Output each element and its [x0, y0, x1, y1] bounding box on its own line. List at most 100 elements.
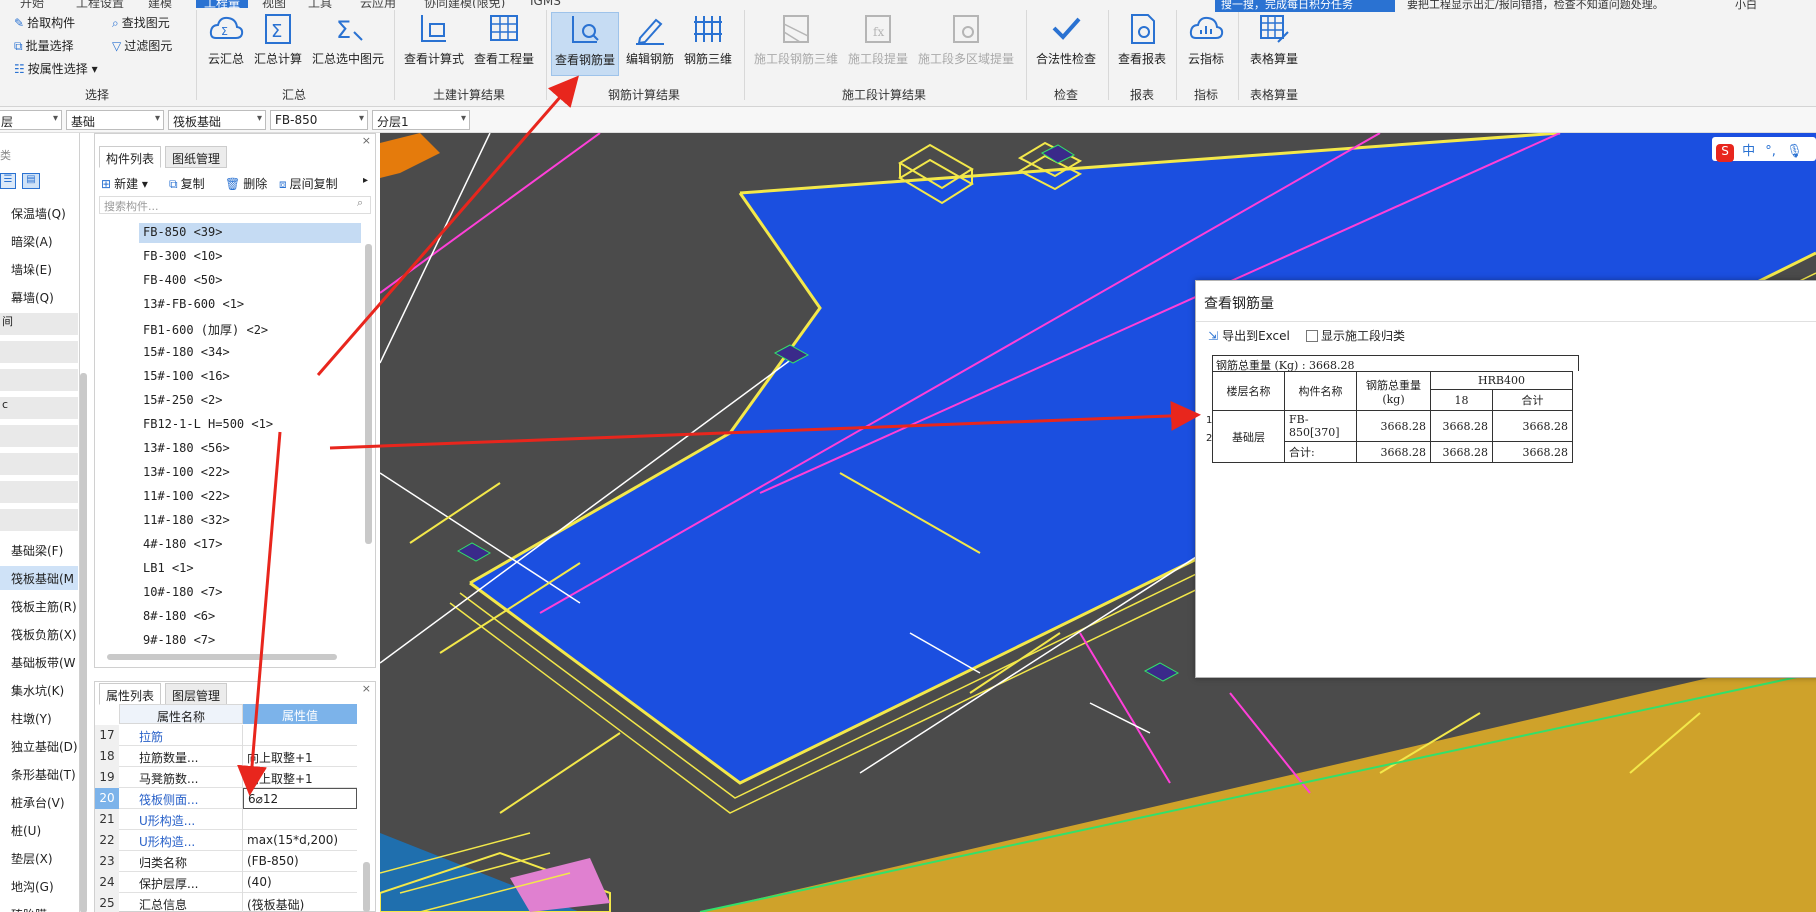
- list-item[interactable]: 15#-100 <16>: [139, 367, 361, 387]
- tab-view[interactable]: 视图: [262, 0, 286, 8]
- search-task-banner[interactable]: 搜一搜，完成每日积分任务: [1215, 0, 1395, 12]
- table-row[interactable]: 22 U形构造... max(15*d,200): [95, 830, 357, 851]
- nav-category-header[interactable]: c: [0, 397, 78, 419]
- nav-item-wall-pier[interactable]: 墙垛(E): [0, 257, 78, 281]
- table-row[interactable]: 21 U形构造...: [95, 809, 357, 830]
- nav-item-sump-pit[interactable]: 集水坑(K): [0, 678, 78, 702]
- new-component-button[interactable]: ⊞ 新建 ▾: [101, 175, 148, 192]
- tab-project-settings[interactable]: 工程设置: [76, 0, 124, 8]
- view-formula-button[interactable]: 查看计算式: [400, 12, 468, 76]
- nav-category-header[interactable]: [0, 509, 78, 531]
- stage-multi-area-button[interactable]: 施工段多区域提量: [914, 12, 1018, 76]
- nav-category-header[interactable]: 间: [0, 313, 78, 335]
- list-item[interactable]: 9#-180 <7>: [139, 631, 361, 651]
- nav-item-foundation-strip[interactable]: 基础板带(W: [0, 650, 78, 674]
- tab-start[interactable]: 开始: [20, 0, 44, 8]
- select-by-property-button[interactable]: ☷ 按属性选择 ▾: [14, 60, 98, 77]
- cloud-summary-button[interactable]: Σ 云汇总: [202, 12, 250, 76]
- ime-toolbar[interactable]: S 中 °, 🎙: [1712, 137, 1816, 162]
- list-item[interactable]: 11#-180 <32>: [139, 511, 361, 531]
- tab-cloud[interactable]: 云应用: [360, 0, 396, 8]
- list-item[interactable]: 15#-180 <34>: [139, 343, 361, 363]
- list-item[interactable]: 4#-180 <17>: [139, 535, 361, 555]
- more-icon[interactable]: ▸: [363, 175, 368, 186]
- rebar-3d-button[interactable]: 钢筋三维: [680, 12, 736, 76]
- nav-item-strip-footing[interactable]: 条形基础(T): [0, 762, 78, 786]
- delete-component-button[interactable]: 🗑 删除: [225, 175, 267, 192]
- nav-item-foundation-beam[interactable]: 基础梁(F): [0, 538, 78, 562]
- list-view-icon[interactable]: ☰: [0, 173, 16, 189]
- component-select[interactable]: FB-850: [270, 110, 368, 130]
- nav-scrollbar[interactable]: [80, 373, 87, 912]
- nav-item-pile-cap[interactable]: 桩承台(V): [0, 790, 78, 814]
- table-row[interactable]: 17 拉筋: [95, 725, 357, 746]
- legality-check-button[interactable]: 合法性检查: [1030, 12, 1102, 76]
- tab-igms[interactable]: IGMS: [530, 0, 561, 8]
- table-row[interactable]: 23 归类名称 (FB-850): [95, 851, 357, 872]
- tab-collab[interactable]: 协同建模(限免): [424, 0, 505, 8]
- floor-copy-button[interactable]: ⧈ 层间复制: [279, 175, 338, 192]
- nav-item-raft-foundation[interactable]: 筏板基础(M: [0, 566, 78, 590]
- stage-quantity-button[interactable]: fx 施工段提量: [844, 12, 912, 76]
- list-item[interactable]: FB-850 <39>: [139, 223, 361, 243]
- nav-category-header[interactable]: [0, 453, 78, 475]
- view-rebar-quantity-button[interactable]: 查看钢筋量: [551, 12, 619, 76]
- table-row[interactable]: 20 筏板侧面... 6⌀12: [95, 788, 357, 809]
- tab-property-list[interactable]: 属性列表: [99, 683, 162, 705]
- summary-calc-button[interactable]: Σ 汇总计算: [250, 12, 306, 76]
- tab-component-list[interactable]: 构件列表: [99, 146, 162, 168]
- detail-view-icon[interactable]: ▤: [22, 173, 40, 189]
- list-item[interactable]: LB1 <1>: [139, 559, 361, 579]
- copy-component-button[interactable]: ⧉ 复制: [169, 175, 205, 192]
- table-row[interactable]: 19 马凳筋数... 向上取整+1: [95, 767, 357, 788]
- summary-selected-button[interactable]: Σ 汇总选中图元: [308, 12, 388, 76]
- tab-layer-management[interactable]: 图层管理: [165, 683, 228, 705]
- list-item[interactable]: 8#-180 <6>: [139, 607, 361, 627]
- list-scrollbar[interactable]: [365, 244, 372, 544]
- find-element-button[interactable]: ⌕ 查找图元: [112, 14, 170, 31]
- view-quantity-button[interactable]: 查看工程量: [470, 12, 538, 76]
- nav-item-trench[interactable]: 地沟(G): [0, 874, 78, 898]
- nav-category-header[interactable]: [0, 341, 78, 363]
- side-rebar-value-input[interactable]: 6⌀12: [243, 788, 357, 809]
- stage-rebar-3d-button[interactable]: 施工段钢筋三维: [750, 12, 842, 76]
- nav-category-header[interactable]: [0, 369, 78, 391]
- nav-item-raft-negative-rebar[interactable]: 筏板负筋(X): [0, 622, 78, 646]
- nav-category-header[interactable]: [0, 425, 78, 447]
- table-row[interactable]: 基础层 FB-850[370] 3668.28 3668.28 3668.28: [1212, 410, 1573, 463]
- nav-item-brick-mold[interactable]: 砖胎膜: [0, 902, 78, 912]
- list-item[interactable]: 15#-250 <2>: [139, 391, 361, 411]
- tab-drawing-management[interactable]: 图纸管理: [165, 146, 228, 168]
- type-select[interactable]: 筏板基础: [168, 110, 266, 130]
- nav-item-hidden-beam[interactable]: 暗梁(A): [0, 229, 78, 253]
- close-icon[interactable]: ×: [362, 682, 371, 695]
- table-row[interactable]: 18 拉筋数量... 向上取整+1: [95, 746, 357, 767]
- floor-select[interactable]: 层: [0, 110, 62, 130]
- layer-select[interactable]: 分层1: [372, 110, 470, 130]
- list-item[interactable]: FB-400 <50>: [139, 271, 361, 291]
- table-quantity-button[interactable]: 表格算量: [1242, 12, 1306, 76]
- list-item[interactable]: 10#-180 <7>: [139, 583, 361, 603]
- export-excel-button[interactable]: ⇲ 导出到Excel: [1208, 327, 1290, 344]
- list-item[interactable]: 13#-100 <22>: [139, 463, 361, 483]
- nav-item-curtain-wall[interactable]: 幕墙(Q): [0, 285, 78, 309]
- nav-category-header[interactable]: [0, 481, 78, 503]
- close-icon[interactable]: ×: [362, 134, 371, 147]
- batch-select-button[interactable]: ⧉ 批量选择: [14, 37, 74, 54]
- tab-quantity[interactable]: 工程量: [196, 0, 249, 8]
- list-hscrollbar[interactable]: [107, 654, 337, 660]
- category-select[interactable]: 基础: [66, 110, 164, 130]
- edit-rebar-button[interactable]: 编辑钢筋: [622, 12, 678, 76]
- user-name[interactable]: 小白: [1735, 0, 1757, 12]
- list-item[interactable]: FB-300 <10>: [139, 247, 361, 267]
- show-stage-checkbox[interactable]: 显示施工段归类: [1306, 327, 1405, 344]
- tab-modeling[interactable]: 建模: [148, 0, 172, 8]
- property-scrollbar[interactable]: [363, 862, 370, 912]
- list-item[interactable]: FB12-1-L H=500 <1>: [139, 415, 361, 435]
- list-item[interactable]: 13#-FB-600 <1>: [139, 295, 361, 315]
- table-row[interactable]: 24 保护层厚... (40): [95, 872, 357, 893]
- list-item[interactable]: 11#-100 <22>: [139, 487, 361, 507]
- tab-tools[interactable]: 工具: [308, 0, 332, 8]
- list-item[interactable]: 13#-180 <56>: [139, 439, 361, 459]
- list-item[interactable]: FB1-600 (加厚) <2>: [139, 319, 361, 339]
